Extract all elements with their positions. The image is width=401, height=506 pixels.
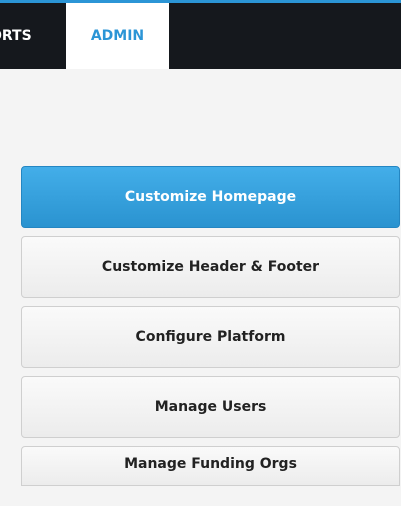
top-nav-bar: ORTS ADMIN xyxy=(0,3,401,69)
tab-reports[interactable]: ORTS xyxy=(0,3,32,69)
customize-header-footer-button[interactable]: Customize Header & Footer xyxy=(21,236,400,298)
tab-admin[interactable]: ADMIN xyxy=(66,3,169,69)
manage-users-button[interactable]: Manage Users xyxy=(21,376,400,438)
configure-platform-button[interactable]: Configure Platform xyxy=(21,306,400,368)
customize-homepage-button[interactable]: Customize Homepage xyxy=(21,166,400,228)
admin-menu: Customize Homepage Customize Header & Fo… xyxy=(21,166,400,494)
manage-funding-orgs-button[interactable]: Manage Funding Orgs xyxy=(21,446,400,486)
